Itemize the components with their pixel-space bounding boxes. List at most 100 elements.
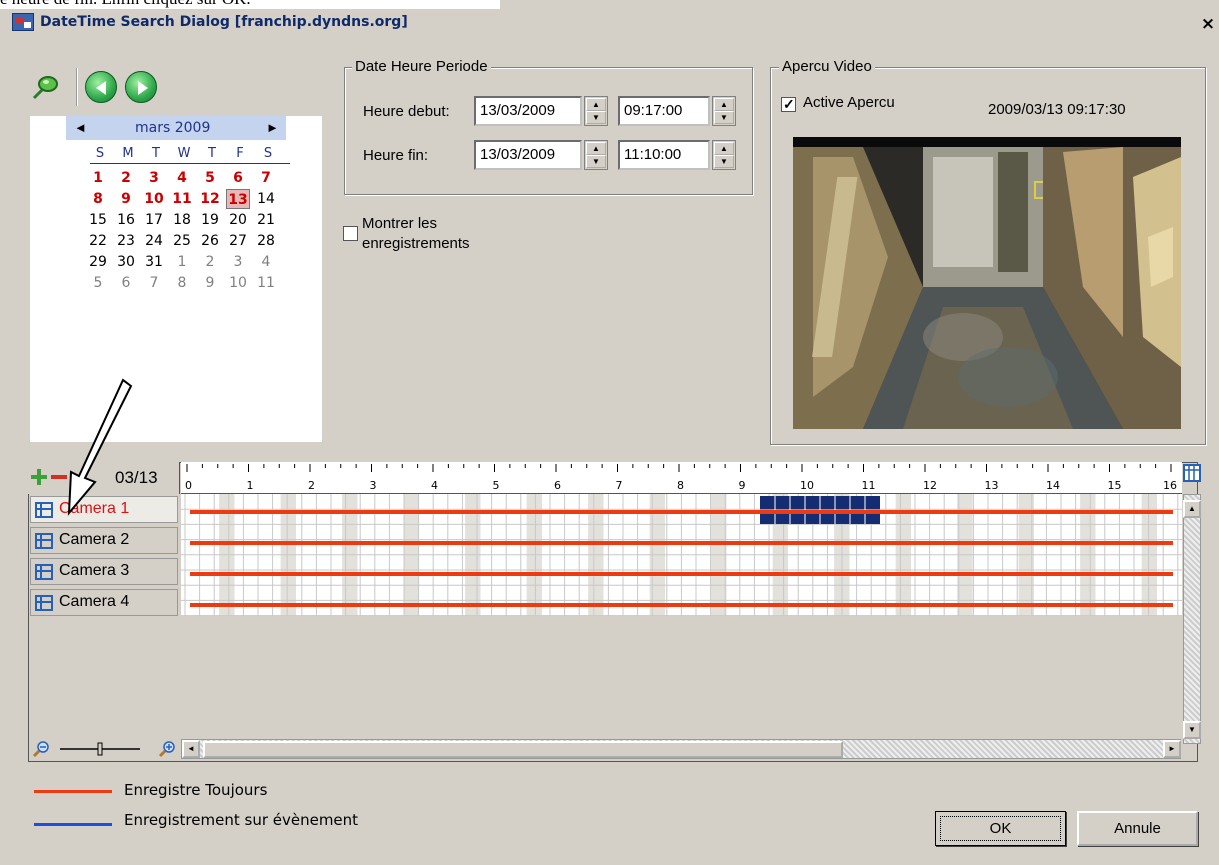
start-date-field[interactable]: 13/03/2009 xyxy=(474,96,582,126)
calendar-day[interactable]: 30 xyxy=(114,252,138,272)
calendar-day[interactable]: 15 xyxy=(86,210,110,230)
page-caption: e heure de fin. Enfin cliquez sur OK. xyxy=(0,0,500,9)
calendar-day[interactable]: 16 xyxy=(114,210,138,230)
calendar-day[interactable]: 18 xyxy=(170,210,194,230)
next-arrow-icon[interactable] xyxy=(125,71,157,103)
start-time-spinner[interactable]: ▲ ▼ xyxy=(712,96,736,126)
zoom-slider[interactable] xyxy=(60,741,140,757)
calendar-day[interactable]: 3 xyxy=(142,168,166,188)
prev-arrow-icon[interactable] xyxy=(85,71,117,103)
calendar-day[interactable]: 17 xyxy=(142,210,166,230)
calendar-day[interactable]: 24 xyxy=(142,231,166,251)
calendar-day[interactable]: 7 xyxy=(254,168,278,188)
weekday-label: T xyxy=(208,146,216,161)
calendar-day[interactable]: 20 xyxy=(226,210,250,230)
calendar-day[interactable]: 1 xyxy=(86,168,110,188)
calendar-day[interactable]: 12 xyxy=(198,189,222,209)
calendar-day[interactable]: 2 xyxy=(198,252,222,272)
ruler-hour-label: 4 xyxy=(431,479,438,492)
active-preview-checkbox[interactable]: ✓ xyxy=(781,96,796,112)
pin-icon[interactable] xyxy=(30,72,62,102)
checkmark-icon: ✓ xyxy=(783,96,795,112)
calendar-day[interactable]: 5 xyxy=(86,273,110,293)
calendar-day[interactable]: 10 xyxy=(226,273,250,293)
calendar-day[interactable]: 4 xyxy=(170,168,194,188)
weekday-label: M xyxy=(122,146,134,161)
recording-always-line xyxy=(190,603,1173,607)
calendar-day[interactable]: 5 xyxy=(198,168,222,188)
calendar-day[interactable]: 7 xyxy=(142,273,166,293)
camera-icon xyxy=(35,595,53,611)
calendar-day[interactable]: 2 xyxy=(114,168,138,188)
zoom-out-icon[interactable] xyxy=(32,740,50,758)
ruler-hour-label: 0 xyxy=(185,479,192,492)
legend-always-label: Enregistre Toujours xyxy=(124,781,268,799)
cancel-button[interactable]: Annule xyxy=(1077,811,1198,846)
calendar-prev-month-icon[interactable]: ◄ xyxy=(74,120,87,135)
calendar-day[interactable]: 14 xyxy=(254,189,278,209)
ok-button[interactable]: OK xyxy=(935,811,1066,846)
calendar-day[interactable]: 21 xyxy=(254,210,278,230)
app-icon xyxy=(12,13,34,31)
calendar-day[interactable]: 26 xyxy=(198,231,222,251)
show-recordings-label-2: enregistrements xyxy=(362,235,470,252)
calendar-next-month-icon[interactable]: ► xyxy=(266,120,279,135)
scroll-right-icon[interactable]: ► xyxy=(1163,740,1181,758)
close-button[interactable]: × xyxy=(1198,14,1218,34)
add-icon[interactable] xyxy=(30,468,48,486)
start-time-field[interactable]: 09:17:00 xyxy=(618,96,710,126)
calendar-day[interactable]: 10 xyxy=(142,189,166,209)
camera-row[interactable]: Camera 3 xyxy=(30,558,178,585)
show-recordings-checkbox[interactable] xyxy=(343,226,358,241)
legend-always-line xyxy=(34,790,112,793)
end-date-field[interactable]: 13/03/2009 xyxy=(474,140,582,170)
calendar-day[interactable]: 28 xyxy=(254,231,278,251)
calendar-day[interactable]: 8 xyxy=(170,273,194,293)
calendar-day[interactable]: 1 xyxy=(170,252,194,272)
end-time-spinner[interactable]: ▲ ▼ xyxy=(712,140,736,170)
legend-event-label: Enregistrement sur évènement xyxy=(124,811,359,829)
calendar-day[interactable]: 6 xyxy=(226,168,250,188)
scroll-up-icon[interactable]: ▲ xyxy=(1183,500,1201,518)
calendar-day[interactable]: 11 xyxy=(254,273,278,293)
ruler-hour-label: 10 xyxy=(800,479,814,492)
end-date-spinner[interactable]: ▲ ▼ xyxy=(584,140,608,170)
calendar-day[interactable]: 4 xyxy=(254,252,278,272)
ruler-hour-label: 9 xyxy=(739,479,746,492)
zoom-in-icon[interactable] xyxy=(158,740,176,758)
horizontal-scroll-thumb[interactable] xyxy=(203,741,843,758)
calendar-day[interactable]: 22 xyxy=(86,231,110,251)
camera-label: Camera 2 xyxy=(59,531,130,548)
camera-row[interactable]: Camera 4 xyxy=(30,589,178,616)
calendar-day-today[interactable]: 13 xyxy=(226,189,250,209)
calendar-day[interactable]: 3 xyxy=(226,252,250,272)
calendar-day[interactable]: 9 xyxy=(198,273,222,293)
calendar-day[interactable]: 11 xyxy=(170,189,194,209)
calendar-grid-icon[interactable] xyxy=(1183,463,1201,483)
calendar-day[interactable]: 6 xyxy=(114,273,138,293)
timeline-empty-area xyxy=(181,616,1182,738)
scroll-down-icon[interactable]: ▼ xyxy=(1183,721,1201,739)
calendar-month-title[interactable]: mars 2009 xyxy=(135,120,210,136)
show-recordings-label-1: Montrer les xyxy=(362,215,438,232)
ruler-hour-label: 1 xyxy=(247,479,254,492)
calendar-day[interactable]: 29 xyxy=(86,252,110,272)
ruler-hour-label: 15 xyxy=(1108,479,1122,492)
active-preview-label: Active Apercu xyxy=(803,94,895,111)
scroll-left-icon[interactable]: ◄ xyxy=(182,740,200,758)
end-time-field[interactable]: 11:10:00 xyxy=(618,140,710,170)
time-ruler-ticks: 0 1 2 3 4 5 6 7 8 9 10 11 12 13 14 15 16 xyxy=(185,464,1177,492)
weekday-label: W xyxy=(177,146,191,161)
start-date-spinner[interactable]: ▲ ▼ xyxy=(584,96,608,126)
calendar-day[interactable]: 27 xyxy=(226,231,250,251)
calendar-day[interactable]: 8 xyxy=(86,189,110,209)
weekday-label: T xyxy=(152,146,160,161)
camera-row[interactable]: Camera 2 xyxy=(30,527,178,554)
calendar-day[interactable]: 31 xyxy=(142,252,166,272)
calendar-day[interactable]: 25 xyxy=(170,231,194,251)
calendar-day[interactable]: 9 xyxy=(114,189,138,209)
calendar-day[interactable]: 19 xyxy=(198,210,222,230)
calendar-day[interactable]: 23 xyxy=(114,231,138,251)
vertical-scrollbar[interactable]: ▲ ▼ xyxy=(1183,494,1201,744)
video-preview xyxy=(793,137,1181,429)
